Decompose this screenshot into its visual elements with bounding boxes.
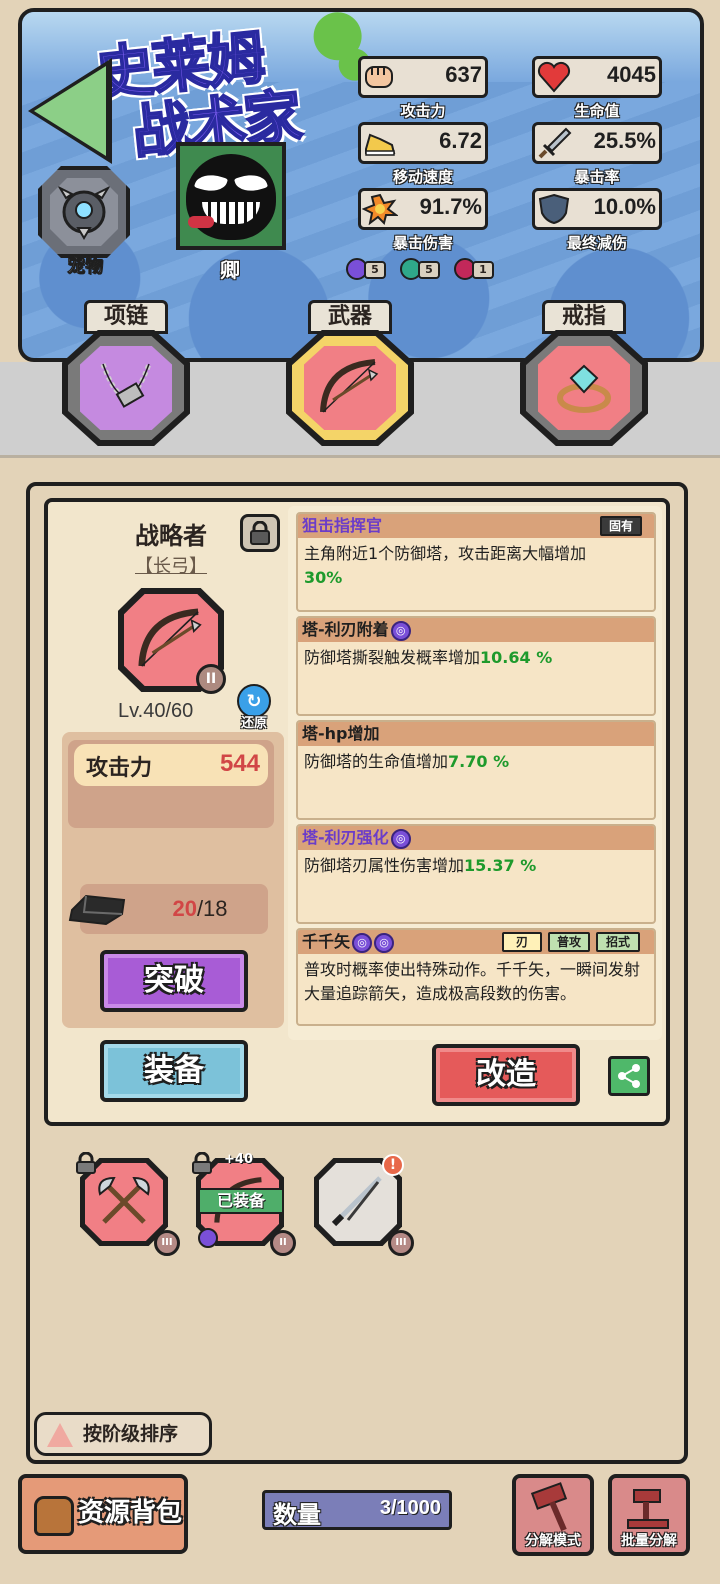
batch-decompose-button[interactable]: 批量分解 <box>608 1474 690 1556</box>
lock-icon <box>192 1151 212 1174</box>
pet-drone-icon <box>50 178 118 246</box>
equip-button[interactable]: 装备 <box>100 1040 248 1102</box>
tier-badge: III <box>388 1230 414 1256</box>
tier-badge: II <box>196 664 226 694</box>
affix-title: 塔-hp增加 <box>298 722 654 746</box>
affix-item: 塔-利刃附着 ◎ 防御塔撕裂触发概率增加10.64 % <box>296 616 656 716</box>
alert-icon: ! <box>382 1154 404 1176</box>
stat-hp: 4045 生命值 <box>532 56 664 120</box>
rune-badge-purple: 5 <box>346 258 394 280</box>
hammer-pile-icon <box>627 1489 669 1529</box>
lock-button[interactable] <box>240 514 280 552</box>
stat-attack: 637 攻击力 <box>358 56 490 120</box>
affix-item: 狙击指挥官 固有 主角附近1个防御塔，攻击距离大幅增加 30% <box>296 512 656 612</box>
equipped-badge: 已装备 <box>198 1188 284 1214</box>
katana-icon <box>319 1163 397 1241</box>
rune-icon: ◎ <box>352 932 373 953</box>
resource-bag-button[interactable]: 资源背包 <box>18 1474 188 1554</box>
sort-by-tier-button[interactable]: 按阶级排序 <box>34 1412 212 1456</box>
plus-level: +40 <box>224 1152 253 1167</box>
stat-move-speed: 6.72 移动速度 <box>358 122 490 186</box>
inventory-item-equipped[interactable]: +40 已装备 II <box>192 1151 296 1256</box>
breakthrough-button[interactable]: 突破 <box>100 950 248 1012</box>
modify-button[interactable]: 改造 <box>432 1044 580 1106</box>
share-button[interactable] <box>608 1056 650 1096</box>
lock-icon <box>250 521 270 545</box>
stat-crit-rate: 25.5% 暴击率 <box>532 122 664 186</box>
triangle-icon <box>47 1423 73 1447</box>
inventory-item[interactable]: ! III <box>314 1154 414 1256</box>
tier-badge: III <box>154 1230 180 1256</box>
slot-label: 戒指 <box>542 300 626 334</box>
bow-icon <box>304 346 396 430</box>
purple-rune-icon <box>198 1228 218 1248</box>
venom-face-icon <box>186 154 276 240</box>
affix-title: 千千矢 ◎ ◎ 刃 普攻 招式 <box>298 930 654 954</box>
item-name: 战略者 <box>135 522 207 550</box>
affix-chip: 刃 <box>502 932 542 952</box>
affix-title: 塔-利刃附着 ◎ <box>298 618 654 642</box>
character-avatar[interactable] <box>176 142 286 250</box>
affix-item: 塔-利刃强化 ◎ 防御塔刃属性伤害增加15.37 % <box>296 824 656 924</box>
rune-badge-red: 1 <box>454 258 502 280</box>
necklace-icon <box>80 346 172 430</box>
attack-value: 544 <box>219 750 260 777</box>
explosion-icon <box>360 190 400 228</box>
item-type: 【长弓】 <box>135 556 207 577</box>
affix-chip: 招式 <box>596 932 640 952</box>
axe-icon <box>85 1163 163 1241</box>
shield-icon <box>534 190 574 228</box>
tier-badge: II <box>270 1230 296 1256</box>
decompose-mode-button[interactable]: 分解模式 <box>512 1474 594 1556</box>
material-count: 20/18 <box>172 896 228 921</box>
iron-ingot-icon <box>66 888 128 928</box>
attack-label: 攻击力 <box>86 756 153 781</box>
fist-icon <box>360 58 400 96</box>
item-level: Lv.40/60 <box>118 700 194 722</box>
slot-label: 武器 <box>308 300 392 334</box>
lock-icon <box>76 1151 96 1174</box>
affix-item: 塔-hp增加 防御塔的生命值增加7.70 % <box>296 720 656 820</box>
rune-icon: ◎ <box>390 620 411 641</box>
heart-icon <box>534 58 574 96</box>
hammer-icon <box>530 1482 568 1532</box>
stat-damage-reduction: 10.0% 最终减伤 <box>532 188 664 252</box>
inventory-item[interactable]: III <box>76 1151 180 1256</box>
item-count: 数量 3/1000 <box>262 1490 452 1530</box>
avatar-label: 卿 <box>220 258 240 282</box>
affix-chip: 普攻 <box>548 932 590 952</box>
affix-item: 千千矢 ◎ ◎ 刃 普攻 招式 普攻时概率使出特殊动作。千千矢，一瞬间发射大量追踪箭… <box>296 928 656 1026</box>
affix-tag: 固有 <box>600 516 642 536</box>
shoe-icon <box>360 124 400 162</box>
rune-icon: ◎ <box>374 932 395 953</box>
logo-splat <box>311 9 364 63</box>
rune-badge-teal: 5 <box>400 258 448 280</box>
pet-label: 宠物 <box>67 256 104 278</box>
affix-title: 塔-利刃强化 ◎ <box>298 826 654 850</box>
share-icon <box>618 1064 640 1088</box>
ring-icon <box>538 346 630 430</box>
rune-icon: ◎ <box>390 828 411 849</box>
affix-title: 狙击指挥官 固有 <box>298 514 654 538</box>
stat-crit-damage: 91.7% 暴击伤害 <box>358 188 490 252</box>
slot-label: 项链 <box>84 300 168 334</box>
restore-button[interactable]: ↻ 还原 <box>232 684 276 731</box>
sword-icon <box>534 124 574 162</box>
backpack-icon <box>34 1496 74 1536</box>
pet-slot[interactable] <box>38 166 130 258</box>
